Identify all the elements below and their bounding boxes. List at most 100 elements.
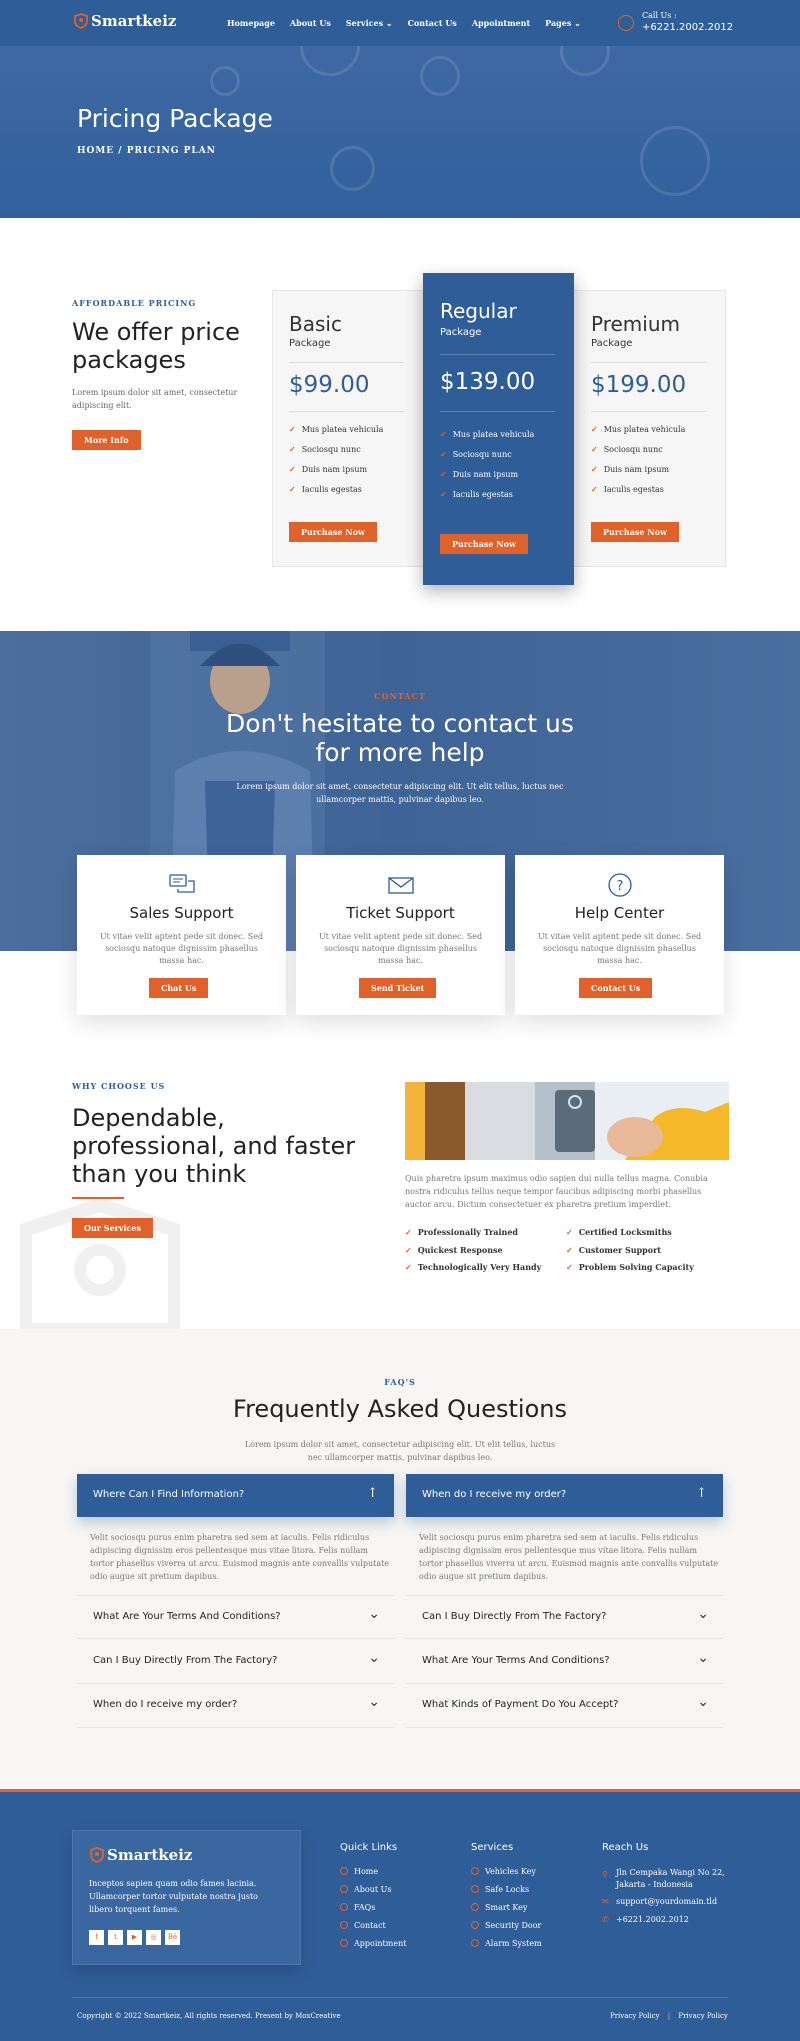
- purchase-now-button[interactable]: Purchase Now: [591, 522, 679, 542]
- faq-item[interactable]: Can I Buy Directly From The Factory? ⌄: [406, 1595, 723, 1639]
- chat-bubbles-icon: [169, 874, 195, 893]
- check-icon: ✓: [405, 1245, 412, 1255]
- check-icon: ✓: [566, 1245, 573, 1255]
- feature-item: ✓ Duis nam ipsum: [440, 468, 534, 488]
- footer-link[interactable]: Appointment: [340, 1939, 406, 1957]
- footer-logo[interactable]: Smartkeiz: [90, 1846, 192, 1864]
- behance-icon[interactable]: Bē: [165, 1930, 180, 1945]
- card-title: Sales Support: [129, 904, 234, 922]
- footer-legal-links: Privacy Policy | Privacy Policy: [610, 2012, 728, 2020]
- chevron-down-icon: ⌄: [385, 18, 393, 28]
- footer-link[interactable]: Security Door: [471, 1921, 542, 1939]
- plan-card-regular: Regular Package $139.00 ✓ Mus platea vehi…: [423, 273, 574, 585]
- feature-item: ✓ Duis nam ipsum: [289, 463, 383, 483]
- footer-link[interactable]: About Us: [340, 1885, 406, 1903]
- contact-eyebrow: CONTACT: [374, 691, 426, 701]
- why-title: Dependable, professional, and faster tha…: [72, 1104, 356, 1188]
- call-label: Call Us :: [642, 11, 677, 20]
- faq-item[interactable]: What Kinds of Payment Do You Accept? ⌄: [406, 1684, 723, 1728]
- facebook-icon[interactable]: f: [89, 1930, 104, 1945]
- youtube-icon[interactable]: ▶: [127, 1930, 142, 1945]
- site-logo[interactable]: Smartkeiz: [74, 12, 176, 30]
- footer-link[interactable]: Smart Key: [471, 1903, 542, 1921]
- feature-item: ✓ Mus platea vehicula: [440, 428, 534, 448]
- link-text: FAQs: [354, 1903, 376, 1912]
- privacy-policy-link[interactable]: Privacy Policy: [610, 2012, 660, 2020]
- footer-desc: Inceptos sapien quam odio fames lacinia.…: [89, 1879, 258, 1914]
- our-services-button[interactable]: Our Services: [72, 1218, 154, 1238]
- breadcrumb[interactable]: HOME / PRICING PLAN: [77, 146, 216, 156]
- divider: [440, 354, 555, 355]
- decor-ring: [560, 46, 610, 76]
- support-card-sales: Sales Support Ut vitae velit aptent pede…: [77, 855, 286, 1015]
- instagram-icon[interactable]: ◎: [146, 1930, 161, 1945]
- plan-price: $199.00: [591, 372, 687, 398]
- feature-text: Technologically Very Handy: [417, 1262, 542, 1272]
- faq-item[interactable]: What Are Your Terms And Conditions? ⌄: [77, 1595, 394, 1639]
- check-icon: ✓: [591, 424, 598, 434]
- faq-item[interactable]: Can I Buy Directly From The Factory? ⌄: [77, 1640, 394, 1684]
- bullet-icon: [471, 1903, 479, 1911]
- decor-ring: [420, 56, 460, 96]
- faq-answer: Velit sociosqu purus enim pharetra sed s…: [419, 1533, 719, 1581]
- nav-about-us[interactable]: About Us: [290, 18, 331, 28]
- email-row[interactable]: ✉ support@yourdomain.tld: [602, 1897, 732, 1915]
- purchase-now-button[interactable]: Purchase Now: [440, 534, 528, 554]
- card-text: Ut vitae velit aptent pede sit donec. Se…: [318, 932, 483, 965]
- contact-us-button[interactable]: Contact Us: [579, 978, 653, 998]
- nav-contact-us[interactable]: Contact Us: [408, 18, 457, 28]
- check-icon: ✓: [405, 1227, 412, 1237]
- faq-question: Where Can I Find Information?: [93, 1489, 245, 1500]
- feature-text: Iaculis egestas: [301, 485, 362, 494]
- check-icon: ✓: [289, 464, 296, 474]
- phone-row[interactable]: ✆ +6221.2002.2012: [602, 1915, 732, 1933]
- footer-link[interactable]: Safe Locks: [471, 1885, 542, 1903]
- faq-answer: Velit sociosqu purus enim pharetra sed s…: [90, 1533, 390, 1581]
- send-ticket-button[interactable]: Send Ticket: [359, 978, 437, 998]
- footer-link[interactable]: Contact: [340, 1921, 406, 1939]
- nav-pages[interactable]: Pages ⌄: [545, 18, 581, 28]
- faq-item-open[interactable]: When do I receive my order? ↑: [406, 1474, 723, 1517]
- feature-item: ✓ Customer Support: [566, 1245, 661, 1255]
- faq-question: Can I Buy Directly From The Factory?: [422, 1611, 607, 1622]
- card-title: Ticket Support: [346, 904, 455, 922]
- contact-title: Don't hesitate to contact us for more he…: [0, 709, 800, 767]
- chevron-down-icon: ⌄: [574, 18, 581, 28]
- feature-text: Sociosqu nunc: [452, 450, 512, 459]
- bullet-icon: [471, 1867, 479, 1875]
- faq-item-open[interactable]: Where Can I Find Information? ↑: [77, 1474, 394, 1517]
- check-icon: ✓: [440, 449, 447, 459]
- feature-text: Duis nam ipsum: [603, 465, 670, 474]
- footer-link[interactable]: Alarm System: [471, 1939, 542, 1957]
- nav-appointment[interactable]: Appointment: [472, 18, 530, 28]
- nav-homepage[interactable]: Homepage: [227, 18, 275, 28]
- chat-us-button[interactable]: Chat Us: [149, 978, 209, 998]
- bullet-icon: [471, 1939, 479, 1947]
- main-nav: Homepage About Us Services ⌄ Contact Us …: [227, 18, 581, 28]
- privacy-policy-link[interactable]: Privacy Policy: [678, 2012, 728, 2020]
- link-text: Appointment: [354, 1939, 407, 1948]
- page-hero: Pricing Package HOME / PRICING PLAN: [0, 46, 800, 218]
- decor-ring: [330, 146, 375, 191]
- link-text: Smart Key: [485, 1903, 528, 1912]
- nav-services[interactable]: Services ⌄: [346, 18, 393, 28]
- faq-question: When do I receive my order?: [422, 1489, 567, 1500]
- plan-name: Basic: [289, 312, 342, 336]
- card-text: Ut vitae velit aptent pede sit donec. Se…: [537, 932, 702, 965]
- check-icon: ✓: [440, 429, 447, 439]
- faq-item[interactable]: When do I receive my order? ⌄: [77, 1684, 394, 1728]
- footer-col-title: Services: [471, 1842, 514, 1853]
- faq-eyebrow: FAQ'S: [384, 1377, 416, 1387]
- why-desc: Quis pharetra ipsum maximus odio sapien …: [405, 1174, 708, 1209]
- chevron-down-icon: ⌄: [368, 1650, 380, 1666]
- more-info-button[interactable]: More Info: [72, 430, 141, 450]
- twitter-icon[interactable]: t: [108, 1930, 123, 1945]
- link-text: Alarm System: [485, 1939, 542, 1948]
- footer-link[interactable]: FAQs: [340, 1903, 406, 1921]
- phone-text: +6221.2002.2012: [616, 1915, 689, 1924]
- faq-item[interactable]: What Are Your Terms And Conditions? ⌄: [406, 1640, 723, 1684]
- purchase-now-button[interactable]: Purchase Now: [289, 522, 377, 542]
- footer-link[interactable]: Home: [340, 1867, 406, 1885]
- feature-text: Problem Solving Capacity: [578, 1262, 694, 1272]
- footer-link[interactable]: Vehicles Key: [471, 1867, 542, 1885]
